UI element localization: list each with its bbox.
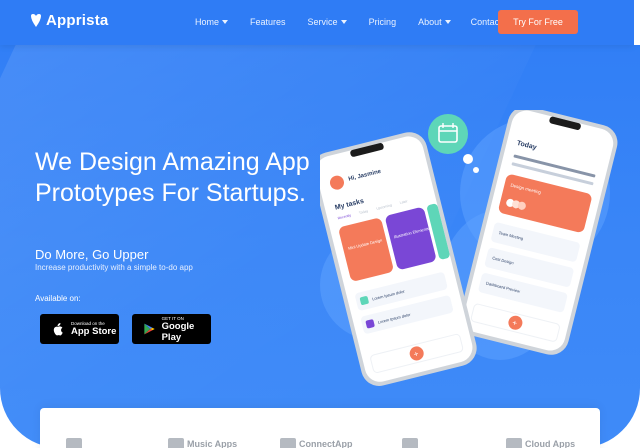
chevron-down-icon	[444, 20, 451, 24]
partner-logo	[402, 438, 418, 448]
google-play-label: Google Play	[161, 320, 195, 343]
partner-image	[66, 438, 82, 448]
app-store-button[interactable]: Download on the App Store	[40, 314, 119, 344]
available-on-label: Available on:	[35, 294, 81, 303]
heart-icon	[31, 13, 41, 27]
partner-logo: Cloud Apps	[506, 438, 575, 448]
app-store-label: App Store	[71, 326, 117, 337]
calendar-badge	[428, 114, 479, 173]
hero-tagline: Increase productivity with a simple to-d…	[35, 263, 193, 272]
partner-logo: Music Apps	[168, 438, 237, 448]
partner-logos-bar: Music Apps ConnectApp Cloud Apps	[40, 408, 600, 448]
nav-item-features[interactable]: Features	[250, 17, 286, 27]
top-navbar: Apprista Home Features Service Pricing A…	[0, 0, 634, 45]
front-phone: Hi, Jasmine My tasks Recently Today Upco…	[311, 132, 477, 386]
nav-item-contact[interactable]: Contact	[471, 17, 502, 27]
nav-item-service[interactable]: Service	[308, 17, 347, 27]
partner-logo	[66, 438, 82, 448]
app-mockup: Today Design meeting Team Meeting Cost D…	[311, 106, 620, 390]
hero-subhead: Do More, Go Upper	[35, 247, 149, 262]
brand-logo[interactable]: Apprista	[30, 12, 108, 29]
brand-name: Apprista	[46, 12, 109, 29]
google-play-button[interactable]: GET IT ON Google Play	[132, 314, 211, 344]
cloud-icon	[506, 438, 522, 448]
scrollbar-gutter	[634, 0, 640, 45]
try-for-free-button[interactable]: Try For Free	[498, 10, 578, 34]
connect-icon	[280, 438, 296, 448]
hero-section: Apprista Home Features Service Pricing A…	[0, 0, 640, 448]
music-note-icon	[168, 438, 184, 448]
apple-icon	[53, 323, 63, 336]
play-icon	[144, 323, 155, 335]
nav-item-pricing[interactable]: Pricing	[369, 17, 397, 27]
back-phone: Today Design meeting Team Meeting Cost D…	[459, 106, 618, 355]
chevron-down-icon	[222, 20, 229, 24]
hero-headline: We Design Amazing App Prototypes For Sta…	[35, 148, 310, 207]
nav-item-about[interactable]: About	[418, 17, 451, 27]
partner-image	[402, 438, 418, 448]
main-nav: Home Features Service Pricing About Cont…	[195, 17, 502, 27]
partner-logo: ConnectApp	[280, 438, 353, 448]
phone-mockup-illustration: Today Design meeting Team Meeting Cost D…	[311, 106, 618, 386]
chevron-down-icon	[340, 20, 347, 24]
nav-item-home[interactable]: Home	[195, 17, 229, 27]
